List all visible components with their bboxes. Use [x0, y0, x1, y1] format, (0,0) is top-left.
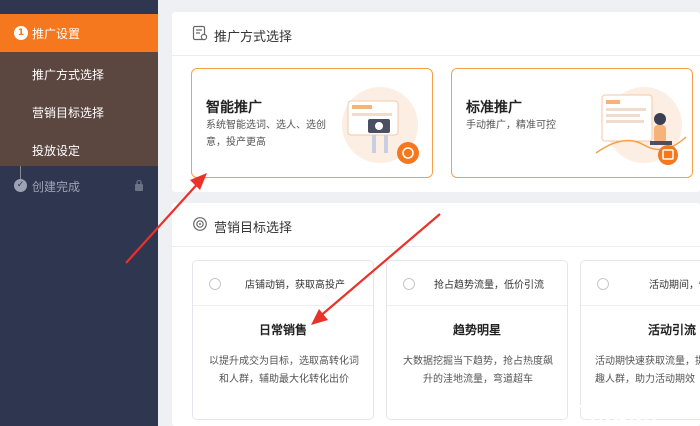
panel-title: 营销目标选择 — [214, 221, 293, 236]
standard-promo-card[interactable]: 标准推广 手动推广，精准可控 — [451, 68, 693, 178]
panel-title: 推广方式选择 — [214, 30, 293, 45]
watermark: 广东龙网 — [566, 402, 659, 426]
divider — [193, 305, 373, 306]
goal-title: 活动引流 — [647, 323, 696, 337]
sidebar-submenu: 推广方式选择 营销目标选择 投放设定 — [0, 52, 158, 166]
sidebar-item-promo-method[interactable]: 推广方式选择 — [32, 66, 104, 83]
card-description: 系统智能选词、选人、选创 意，投产更高 — [206, 120, 326, 148]
smart-promo-illustration-icon — [342, 87, 419, 164]
sidebar-item-marketing-goal[interactable]: 营销目标选择 — [32, 104, 104, 121]
goal-card-trend-star[interactable]: 抢占趋势流量，低价引流 趋势明星 大数据挖掘当下趋势，抢占热度飙 升的洼地流量，… — [386, 260, 568, 420]
goal-card-daily-sales[interactable]: 店铺动销，获取高投产 日常销售 以提升成交为目标，选取高转化词 和人群，辅助最大… — [192, 260, 374, 420]
sidebar-item-label: 创建完成 — [32, 180, 81, 194]
sidebar-item-delivery-settings[interactable]: 投放设定 — [32, 142, 80, 159]
check-icon: ✓ — [14, 179, 27, 192]
panel-header: 推广方式选择 — [172, 12, 700, 56]
goal-title: 趋势明星 — [452, 323, 501, 337]
settings-doc-icon — [192, 25, 208, 41]
step-number-badge: 1 — [14, 26, 28, 40]
divider — [581, 305, 700, 306]
standard-promo-illustration-icon — [595, 87, 687, 165]
sidebar: 1 推广设置 推广方式选择 营销目标选择 投放设定 ✓ 创建完成 — [0, 0, 158, 426]
goal-description: 活动期快速获取流量，提 趣人群，助力活动期效 — [595, 356, 700, 385]
lock-icon — [135, 179, 143, 191]
sidebar-item-label: 推广设置 — [32, 27, 81, 41]
target-icon — [193, 217, 207, 231]
panel-header: 营销目标选择 — [172, 203, 700, 247]
sidebar-item-complete: ✓ 创建完成 — [0, 174, 158, 198]
smart-promo-card[interactable]: 智能推广 系统智能选词、选人、选创 意，投产更高 — [191, 68, 433, 178]
sidebar-item-promo-settings[interactable]: 1 推广设置 — [0, 14, 158, 52]
goal-tag: 活动期间，快速 — [649, 280, 700, 291]
goal-tag: 店铺动销，获取高投产 — [245, 280, 345, 291]
card-title: 标准推广 — [466, 100, 522, 116]
card-description: 手动推广，精准可控 — [466, 120, 556, 131]
goal-description: 以提升成交为目标，选取高转化词 和人群，辅助最大化转化出价 — [209, 356, 359, 385]
divider — [387, 305, 567, 306]
card-title: 智能推广 — [206, 100, 262, 116]
promo-method-panel: 推广方式选择 智能推广 系统智能选词、选人、选创 意，投产更高 标准推广 手动推… — [172, 12, 700, 192]
goal-title: 日常销售 — [258, 323, 307, 337]
goal-tag: 抢占趋势流量，低价引流 — [434, 280, 544, 291]
goal-description: 大数据挖掘当下趋势，抢占热度飙 升的洼地流量，弯道超车 — [403, 356, 553, 385]
